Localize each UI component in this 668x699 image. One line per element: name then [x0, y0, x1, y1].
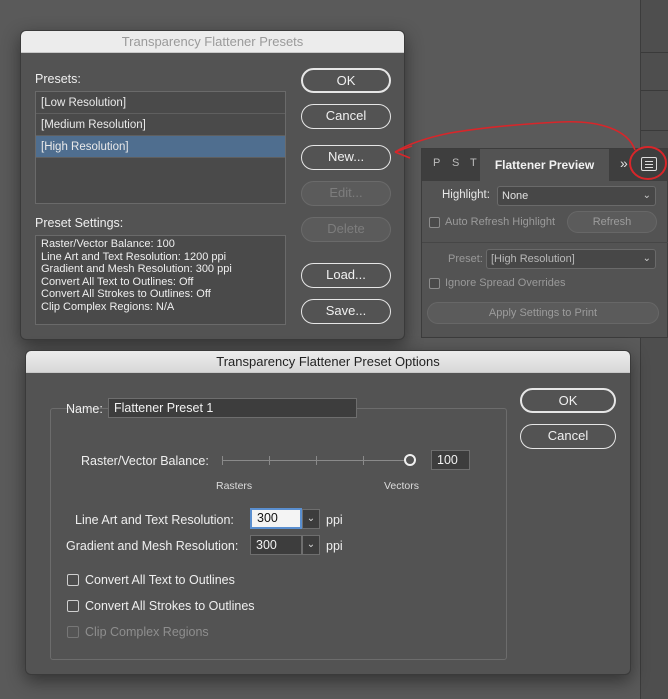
- options-dialog-title: Transparency Flattener Preset Options: [26, 351, 630, 373]
- gradient-ppi: ppi: [326, 539, 343, 553]
- convert-strokes-label: Convert All Strokes to Outlines: [85, 599, 255, 613]
- convert-strokes-checkbox[interactable]: [67, 600, 79, 612]
- balance-slider-thumb[interactable]: [404, 454, 416, 466]
- vectors-label: Vectors: [384, 480, 420, 492]
- line-art-resolution-input[interactable]: 300: [250, 508, 302, 529]
- balance-label: Raster/Vector Balance:: [81, 454, 209, 468]
- flattener-options-dialog: Transparency Flattener Preset Options Na…: [25, 350, 631, 675]
- options-cancel-button[interactable]: Cancel: [520, 424, 616, 449]
- line-art-dropdown-arrow[interactable]: ⌄: [302, 509, 320, 529]
- slider-tick: [269, 456, 270, 465]
- clip-complex-checkbox[interactable]: [67, 626, 79, 638]
- convert-text-label: Convert All Text to Outlines: [85, 573, 235, 587]
- line-art-label: Line Art and Text Resolution:: [75, 513, 234, 527]
- rasters-label: Rasters: [216, 480, 253, 492]
- gradient-label: Gradient and Mesh Resolution:: [66, 539, 239, 553]
- clip-complex-label: Clip Complex Regions: [85, 625, 209, 639]
- gradient-resolution-input[interactable]: 300: [250, 535, 302, 555]
- convert-text-checkbox[interactable]: [67, 574, 79, 586]
- slider-tick: [316, 456, 317, 465]
- options-ok-button[interactable]: OK: [520, 388, 616, 413]
- line-art-ppi: ppi: [326, 513, 343, 527]
- options-group-box: [50, 408, 507, 660]
- preset-name-input[interactable]: Flattener Preset 1: [108, 398, 357, 418]
- slider-tick: [363, 456, 364, 465]
- name-label: Name:: [66, 402, 103, 416]
- slider-tick: [222, 456, 223, 465]
- gradient-dropdown-arrow[interactable]: ⌄: [302, 535, 320, 555]
- balance-value-input[interactable]: 100: [431, 450, 470, 470]
